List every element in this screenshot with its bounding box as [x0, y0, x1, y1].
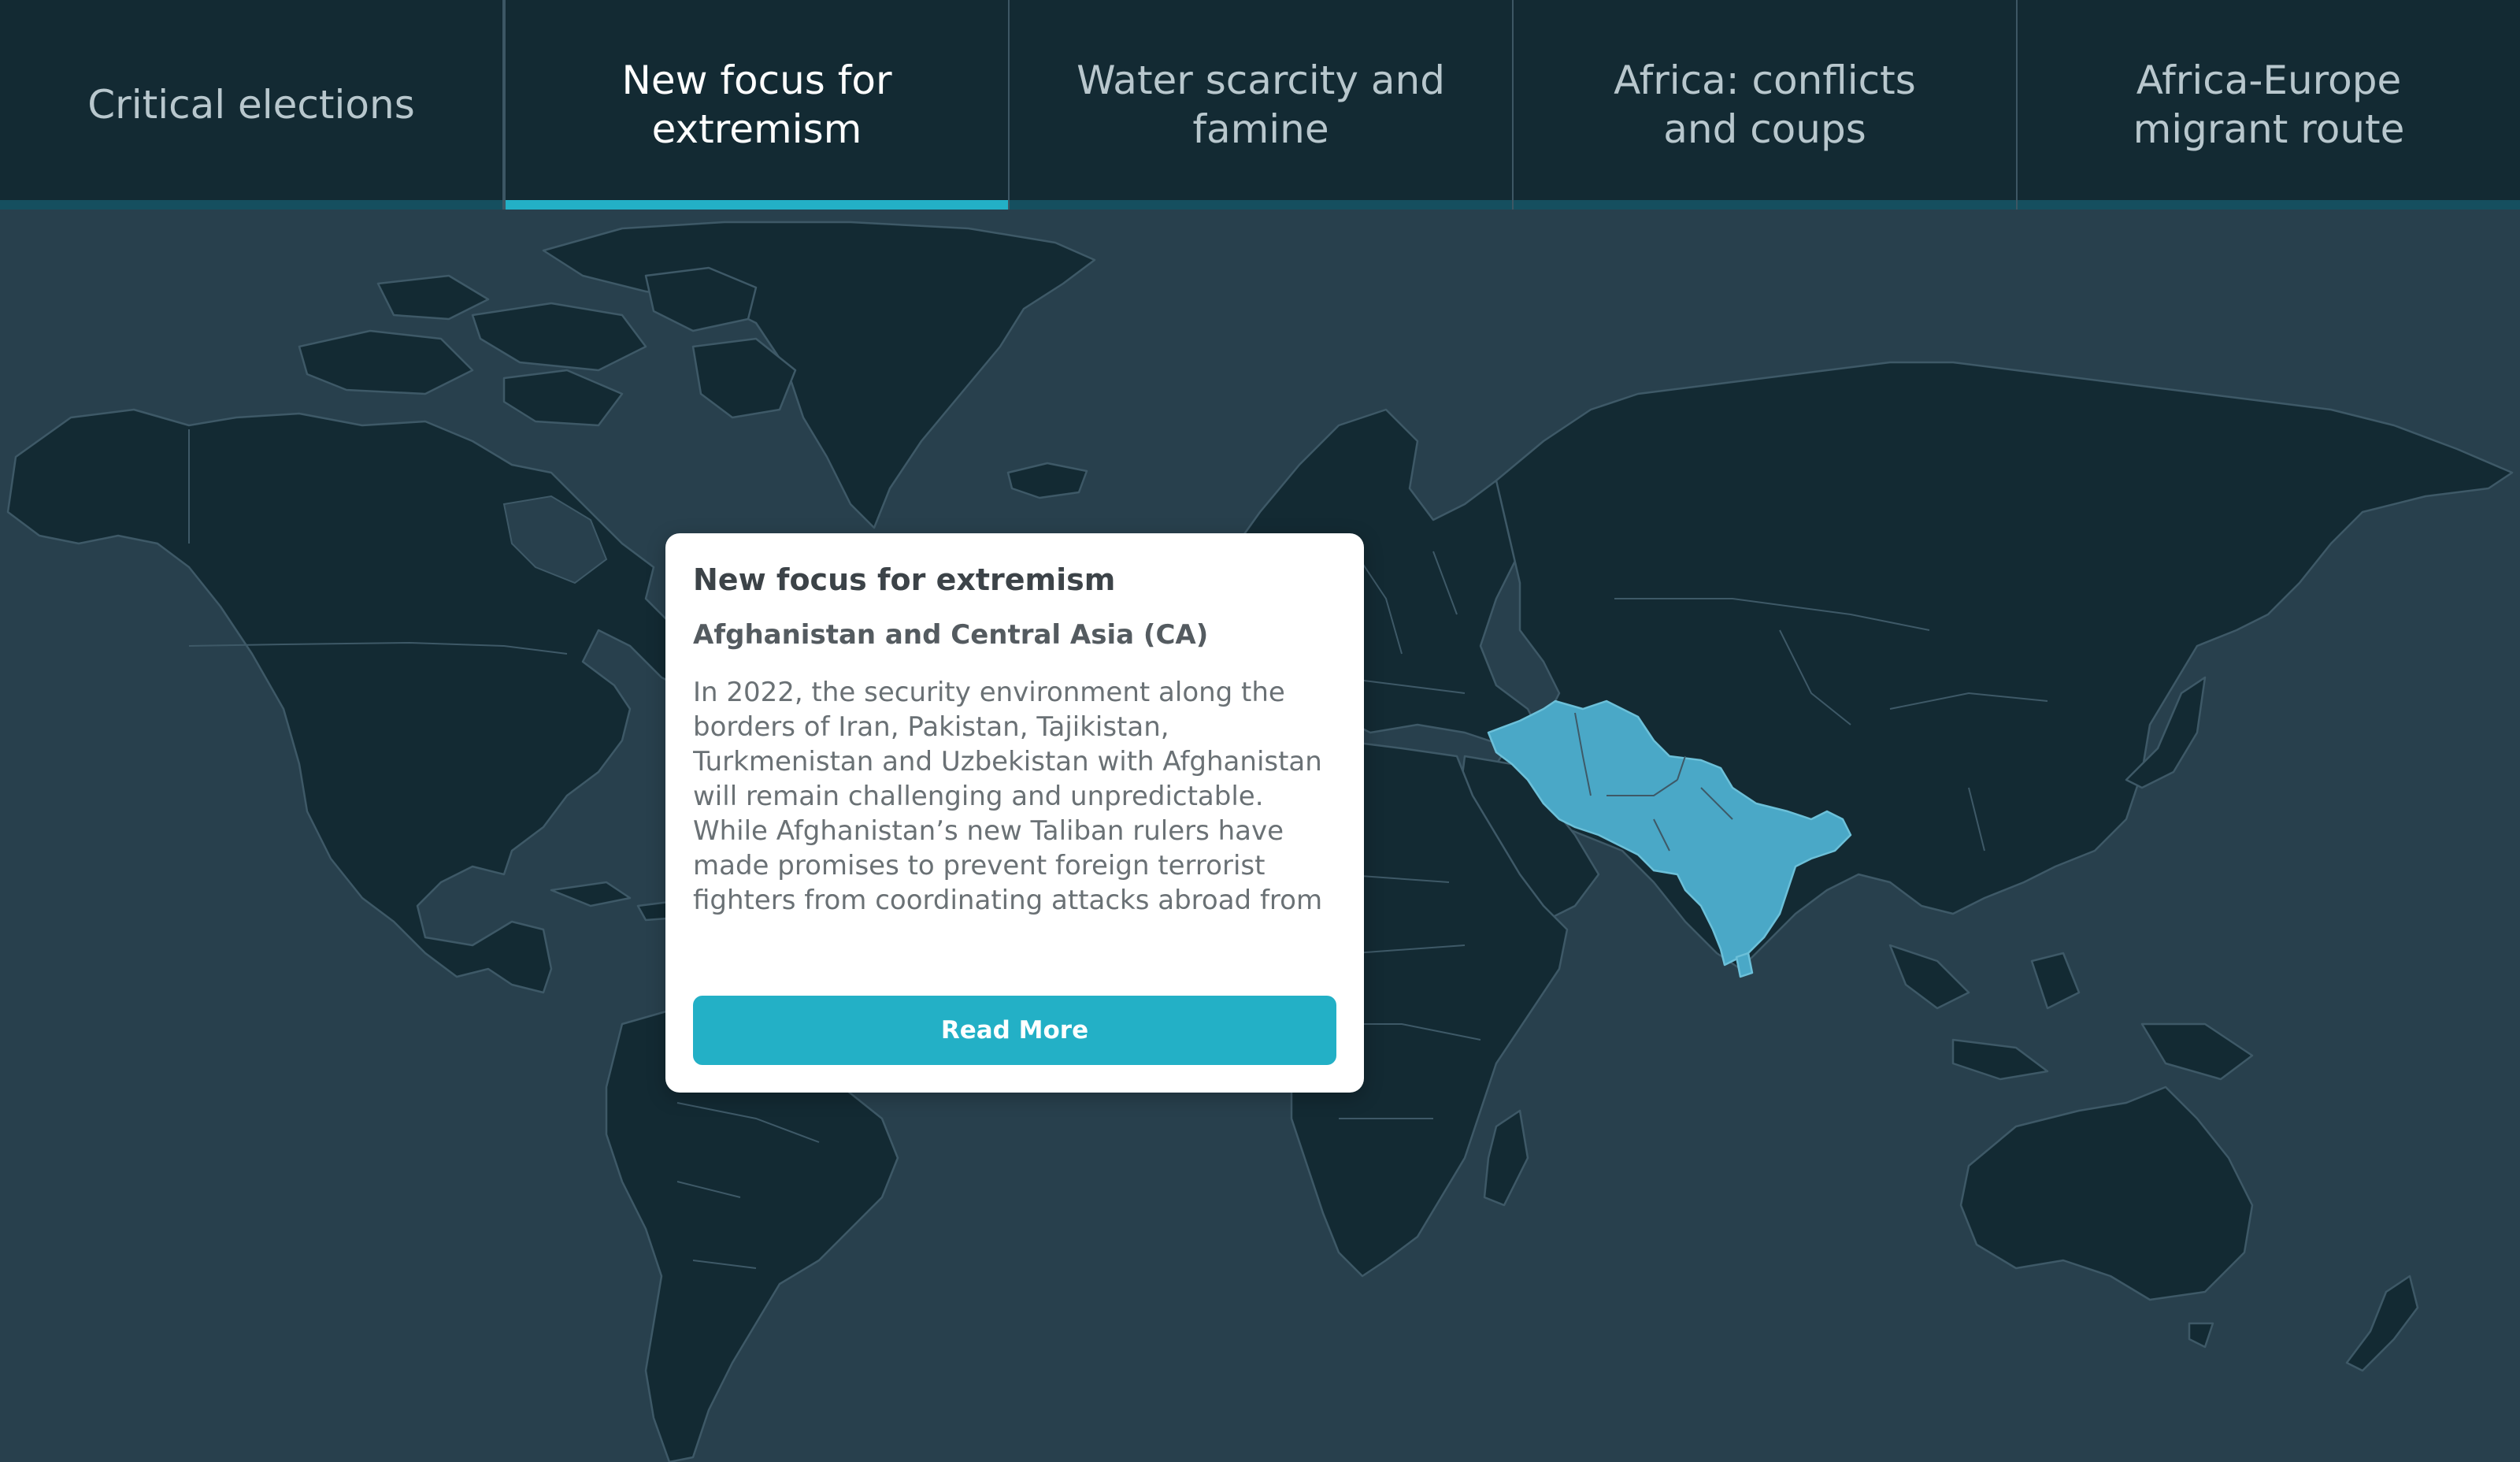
tab-underline: [1010, 200, 1512, 210]
card-description: In 2022, the security environment along …: [693, 677, 1323, 916]
read-more-button[interactable]: Read More: [693, 996, 1336, 1065]
tab-new-focus-for-extremism[interactable]: New focus for extremism: [504, 0, 1010, 210]
tab-label: Africa: conflicts and coups: [1614, 58, 1916, 152]
tab-label: Water scarcity and famine: [1077, 58, 1445, 152]
tab-underline: [0, 200, 502, 210]
tab-underline: [1514, 200, 2016, 210]
tab-active-indicator: [506, 200, 1008, 210]
tab-africa-conflicts-and-coups[interactable]: Africa: conflicts and coups: [1514, 0, 2018, 210]
topic-tab-bar: Critical elections New focus for extremi…: [0, 0, 2520, 210]
tab-water-scarcity-and-famine[interactable]: Water scarcity and famine: [1010, 0, 1514, 210]
card-region-name: Afghanistan and Central Asia (CA): [693, 619, 1209, 651]
tab-label: Africa-Europe migrant route: [2133, 58, 2405, 152]
app-root: Critical elections New focus for extremi…: [0, 0, 2520, 1462]
tab-underline: [2018, 200, 2520, 210]
tab-africa-europe-migrant-route[interactable]: Africa-Europe migrant route: [2018, 0, 2520, 210]
card-title: New focus for extremism: [693, 562, 1116, 597]
tab-label: New focus for extremism: [621, 58, 892, 152]
tab-label: Critical elections: [87, 82, 415, 128]
region-info-card: New focus for extremism Afghanistan and …: [665, 533, 1364, 1093]
highlight-sri-lanka[interactable]: [1735, 952, 1754, 978]
tab-critical-elections[interactable]: Critical elections: [0, 0, 504, 210]
